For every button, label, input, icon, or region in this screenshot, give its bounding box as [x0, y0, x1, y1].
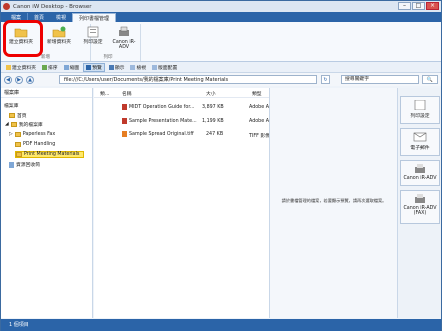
table-row[interactable]: MIDT Operation Guide for... 3,897 KB Ado…: [94, 103, 273, 112]
secondary-toolbar: 建立資料夾 排序 縮圖 預覽 顯示 檢視 版面配置: [1, 62, 441, 73]
column-kind[interactable]: 類型: [252, 90, 262, 97]
output-email-button[interactable]: 電子郵件: [400, 128, 440, 156]
column-size[interactable]: 大小: [206, 90, 216, 97]
toolbar-display[interactable]: 顯示: [107, 63, 127, 72]
address-bar: ◀ ▶ ▲ file:///C:/Users/user/Documents/我的…: [1, 73, 441, 86]
ribbon-panel: 建立資料夾 新增資料夾 新增 列印設定 Canon iR-ADV 列印: [1, 22, 441, 62]
tab-print-binder[interactable]: 列印書檔管理: [72, 13, 117, 22]
up-button[interactable]: ▲: [26, 75, 34, 84]
address-input[interactable]: file:///C:/Users/user/Documents/我的檔案庫/Pr…: [59, 75, 317, 84]
column-type[interactable]: 類...: [100, 90, 109, 97]
print-settings-icon: [87, 26, 99, 38]
toolbar-create-folder[interactable]: 建立資料夾: [4, 63, 38, 72]
printer-icon: [415, 164, 425, 173]
trash-icon: [9, 161, 14, 168]
folder-tree: 檔案庫 檔案庫 首頁 ◢ 我的檔案庫 ▷ Paperless Fax PDF Han…: [1, 88, 93, 318]
table-row[interactable]: Sample Presentation Mate... 1,199 KB Ado…: [94, 117, 273, 126]
output-bar: 列印設定 電子郵件 Canon iR-ADV Canon iR-ADV (FAX…: [397, 88, 441, 318]
toolbar-preview[interactable]: 預覽: [83, 62, 105, 72]
close-button[interactable]: ×: [426, 2, 439, 10]
app-window: Canon iW Desktop - Browser – □ × 檔案 首頁 檢…: [0, 0, 442, 331]
fax-icon: [415, 194, 425, 203]
chevron-right-icon[interactable]: ▷: [9, 132, 13, 137]
highlight-marker: [3, 20, 43, 57]
printer-icon: [119, 26, 129, 36]
preview-pane: 請於書檔管理的檔案，若要顯示預覽，請再次選取檔案。: [269, 88, 397, 318]
pdf-file-icon: [122, 104, 127, 110]
view-icon: [130, 64, 136, 70]
new-folder-button[interactable]: 新增資料夾: [41, 26, 77, 45]
search-input[interactable]: 搜尋關鍵字: [341, 75, 419, 84]
table-row[interactable]: Sample Spread Original.tiff 247 KB TIFF …: [94, 130, 270, 139]
tree-item-pdf-handling[interactable]: PDF Handling: [15, 141, 55, 148]
search-button[interactable]: 🔍: [422, 75, 438, 84]
email-icon: [413, 132, 427, 142]
minimize-button[interactable]: –: [398, 2, 411, 10]
folder-icon: [6, 64, 11, 70]
file-list: 類... 名稱 大小 類型 MIDT Operation Guide for..…: [94, 88, 273, 318]
layout-icon: [152, 64, 158, 70]
display-icon: [108, 64, 114, 70]
toolbar-thumbnail[interactable]: 縮圖: [62, 63, 82, 72]
toolbar-view[interactable]: 檢視: [128, 63, 148, 72]
ribbon-tabs: 檔案 首頁 檢視 列印書檔管理: [1, 12, 441, 22]
ribbon-group-label: 列印: [103, 55, 113, 60]
folder-icon: [16, 152, 22, 157]
tree-header-label: 檔案庫: [4, 90, 20, 96]
refresh-button[interactable]: ↻: [321, 75, 330, 84]
toolbar-layout[interactable]: 版面配置: [150, 63, 179, 72]
status-bar: 1 個項目: [1, 319, 441, 331]
tree-item-recycle-bin[interactable]: 資源回收筒: [9, 161, 40, 168]
tree-item-my-library[interactable]: ◢ 我的檔案庫: [5, 121, 43, 128]
new-folder-icon: [52, 26, 66, 38]
folder-icon: [15, 142, 21, 147]
back-button[interactable]: ◀: [4, 75, 12, 84]
preview-icon: [86, 64, 92, 70]
app-icon: [3, 3, 10, 10]
print-settings-icon: [414, 99, 426, 111]
folder-icon: [14, 132, 21, 137]
forward-button[interactable]: ▶: [15, 75, 23, 84]
pdf-file-icon: [122, 118, 127, 124]
sort-icon: [42, 64, 47, 70]
output-fax-button[interactable]: Canon iR-ADV (FAX): [400, 190, 440, 224]
tree-item-library[interactable]: 檔案庫: [4, 102, 18, 109]
ribbon-group-print: 列印設定 Canon iR-ADV 列印: [76, 24, 141, 61]
toolbar-sort[interactable]: 排序: [40, 63, 60, 72]
thumbnail-icon: [63, 64, 69, 70]
list-header: 類... 名稱 大小 類型: [94, 88, 269, 98]
tree-item-home[interactable]: 首頁: [9, 112, 27, 119]
printer-canon-button[interactable]: Canon iR-ADV: [109, 26, 139, 50]
print-settings-button[interactable]: 列印設定: [79, 26, 107, 45]
tab-view[interactable]: 檢視: [50, 13, 72, 22]
maximize-button[interactable]: □: [412, 2, 425, 10]
output-print-settings-button[interactable]: 列印設定: [400, 96, 440, 124]
chevron-down-icon[interactable]: ◢: [5, 122, 9, 127]
window-title: Canon iW Desktop - Browser: [13, 3, 92, 10]
output-printer-button[interactable]: Canon iR-ADV: [400, 160, 440, 186]
folder-icon: [10, 122, 17, 127]
tiff-file-icon: [122, 131, 127, 137]
preview-message: 請於書檔管理的檔案，若要顯示預覽，請再次選取檔案。: [281, 198, 387, 203]
folder-icon: [9, 113, 15, 118]
tree-item-paperless-fax[interactable]: ▷ Paperless Fax: [9, 131, 55, 138]
tree-item-print-meeting-materials[interactable]: Print Meeting Materials: [15, 151, 85, 158]
tree-header: 檔案庫: [1, 88, 92, 98]
title-bar: Canon iW Desktop - Browser – □ ×: [1, 1, 441, 12]
column-name[interactable]: 名稱: [122, 90, 132, 97]
status-text: 1 個項目: [9, 322, 29, 328]
